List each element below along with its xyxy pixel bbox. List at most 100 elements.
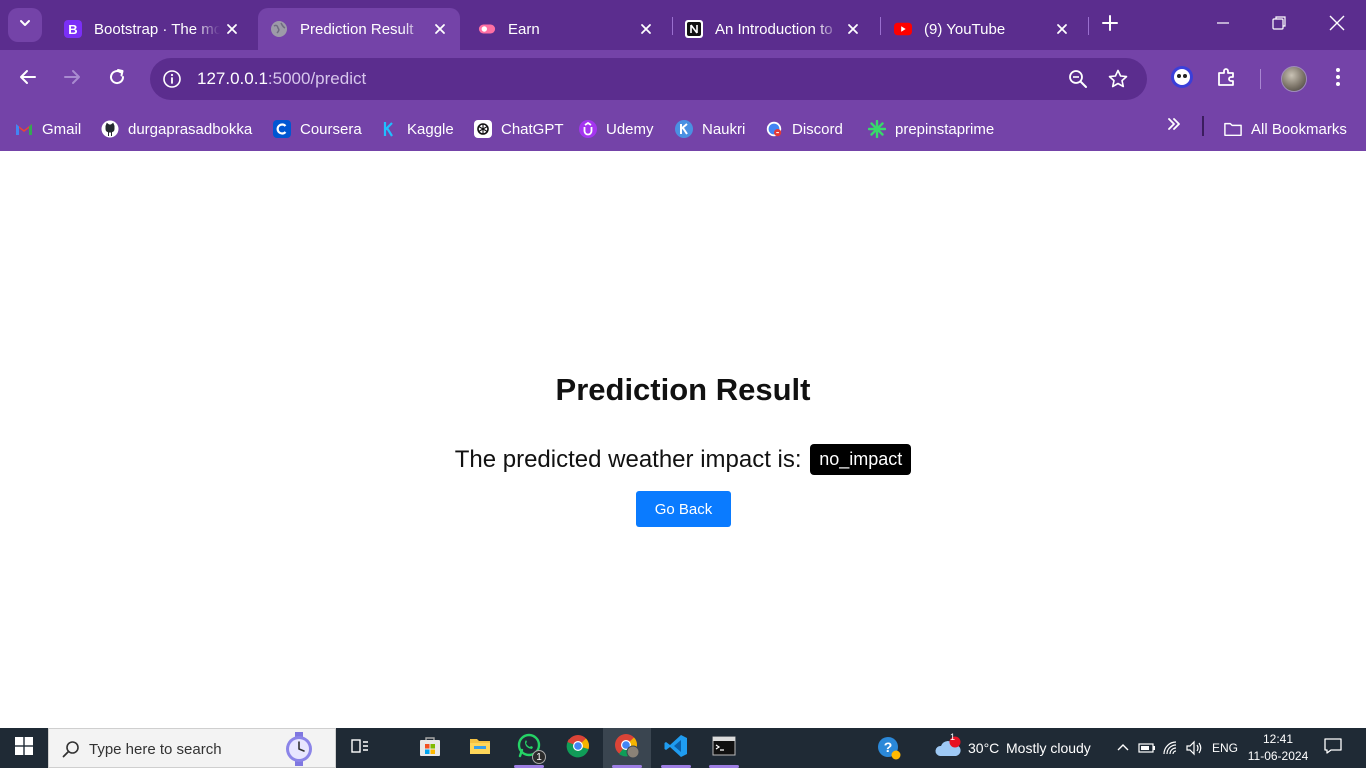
tab-title: Bootstrap · The most popular HTML, CSS, …	[94, 20, 220, 38]
earn-icon	[478, 20, 496, 38]
bookmark-label: Discord	[792, 120, 843, 138]
bookmark-star-icon[interactable]	[1106, 67, 1130, 91]
chrome-profile-icon	[614, 733, 640, 764]
kaggle-icon	[380, 120, 398, 138]
terminal-icon	[712, 736, 736, 761]
weather-icon[interactable]	[934, 735, 962, 761]
tab-youtube[interactable]: (9) YouTube	[882, 8, 1082, 50]
taskbar-chrome-profile[interactable]	[603, 728, 651, 768]
clock-time: 12:41	[1262, 732, 1294, 746]
restore-icon	[1272, 15, 1286, 35]
url-host: 127.0.0.1	[197, 69, 268, 88]
bookmark-prepinstaprime[interactable]: prepinstaprime	[868, 116, 994, 142]
weather-description[interactable]: Mostly cloudy	[1006, 740, 1091, 756]
profile-avatar[interactable]	[1281, 66, 1307, 92]
arrow-right-icon	[63, 68, 81, 91]
restore-button[interactable]	[1264, 10, 1294, 40]
more-bookmarks-button[interactable]	[1162, 114, 1186, 138]
go-back-button[interactable]: Go Back	[636, 491, 731, 527]
language-indicator[interactable]: ENG	[1212, 741, 1238, 755]
naukri-icon	[675, 120, 693, 138]
menu-button[interactable]	[1323, 64, 1353, 94]
puzzle-icon	[1216, 66, 1238, 93]
windows-taskbar: Type here to search 1 ? 1 30°C Mostly cl…	[0, 728, 1366, 768]
close-window-button[interactable]	[1322, 10, 1352, 40]
taskbar-chrome[interactable]	[554, 728, 602, 768]
battery-icon[interactable]	[1137, 738, 1157, 758]
tab-search-button[interactable]	[8, 8, 42, 42]
task-view-button[interactable]	[336, 728, 384, 768]
svg-text:B: B	[68, 22, 77, 37]
wifi-icon[interactable]	[1161, 738, 1181, 758]
bookmark-udemy[interactable]: Udemy	[579, 116, 654, 142]
close-icon[interactable]	[220, 17, 244, 41]
bookmark-gmail[interactable]: Gmail	[15, 116, 81, 142]
back-button[interactable]	[12, 63, 44, 95]
tab-title: (9) YouTube	[924, 20, 1006, 38]
whatsapp-badge: 1	[532, 750, 546, 764]
folder-icon	[469, 737, 491, 760]
close-icon[interactable]	[841, 17, 865, 41]
search-icon	[61, 739, 81, 759]
zoom-icon[interactable]	[1066, 67, 1090, 91]
minimize-button[interactable]	[1208, 10, 1238, 40]
bookmark-kaggle[interactable]: Kaggle	[380, 116, 454, 142]
reload-button[interactable]	[101, 63, 133, 95]
tab-bootstrap[interactable]: B Bootstrap · The most popular HTML, CSS…	[52, 8, 252, 50]
url-text[interactable]: 127.0.0.1:5000/predict	[197, 69, 366, 89]
bootstrap-icon: B	[64, 20, 82, 38]
bookmark-naukri[interactable]: Naukri	[675, 116, 745, 142]
help-icon[interactable]: ?	[877, 736, 901, 760]
prediction-badge: no_impact	[810, 444, 912, 475]
bookmark-label: Naukri	[702, 120, 746, 138]
tab-separator	[1088, 17, 1089, 35]
prediction-text: The predicted weather impact is: no_impa…	[0, 444, 1366, 475]
bookmark-coursera[interactable]: Coursera	[273, 116, 362, 142]
taskbar-whatsapp[interactable]: 1	[505, 728, 553, 768]
bookmark-github[interactable]: durgaprasadbokka	[101, 116, 252, 142]
tab-earn[interactable]: Earn	[466, 8, 666, 50]
toolbar-divider	[1260, 69, 1261, 89]
extension-button[interactable]	[1167, 64, 1197, 94]
page-title: Prediction Result	[555, 372, 811, 407]
address-bar[interactable]: 127.0.0.1:5000/predict	[150, 58, 1147, 100]
taskbar-vscode[interactable]	[652, 728, 700, 768]
close-icon[interactable]	[634, 17, 658, 41]
arrow-left-icon	[19, 68, 37, 91]
discord-icon	[765, 120, 783, 138]
start-button[interactable]	[0, 728, 48, 768]
close-icon[interactable]	[1050, 17, 1074, 41]
notifications-button[interactable]	[1318, 736, 1348, 760]
close-icon[interactable]	[428, 17, 452, 41]
taskbar-search-box[interactable]: Type here to search	[48, 728, 336, 768]
info-icon[interactable]	[160, 67, 184, 91]
bookmark-discord[interactable]: Discord	[765, 116, 843, 142]
bookmark-label: Udemy	[606, 120, 654, 138]
tab-title: An Introduction to	[715, 20, 833, 38]
tab-title: Prediction Result	[300, 20, 414, 38]
coursera-icon	[273, 120, 291, 138]
forward-button[interactable]	[56, 63, 88, 95]
tab-title: Earn	[508, 20, 540, 38]
bookmark-chatgpt[interactable]: ChatGPT	[474, 116, 564, 142]
taskbar-file-explorer[interactable]	[456, 728, 504, 768]
tab-prediction-result[interactable]: Prediction Result	[258, 8, 460, 50]
all-bookmarks-button[interactable]: All Bookmarks	[1224, 116, 1347, 142]
taskbar-store[interactable]	[406, 728, 454, 768]
extensions-button[interactable]	[1212, 64, 1242, 94]
volume-icon[interactable]	[1184, 738, 1204, 758]
all-bookmarks-label: All Bookmarks	[1251, 120, 1347, 138]
taskbar-terminal[interactable]	[700, 728, 748, 768]
globe-icon	[270, 20, 288, 38]
prediction-prefix: The predicted weather impact is:	[454, 446, 802, 473]
windows-logo-icon	[15, 736, 33, 760]
chevron-up-icon[interactable]	[1113, 738, 1133, 758]
taskbar-clock[interactable]: 12:41 11-06-2024	[1246, 731, 1310, 765]
tab-introduction[interactable]: An Introduction to	[673, 8, 873, 50]
vscode-icon	[664, 734, 688, 763]
new-tab-button[interactable]	[1098, 13, 1122, 37]
weather-temperature[interactable]: 30°C	[968, 740, 999, 756]
weather-badge: 1	[950, 732, 956, 742]
tab-separator	[880, 17, 881, 35]
plus-icon	[1102, 14, 1118, 36]
